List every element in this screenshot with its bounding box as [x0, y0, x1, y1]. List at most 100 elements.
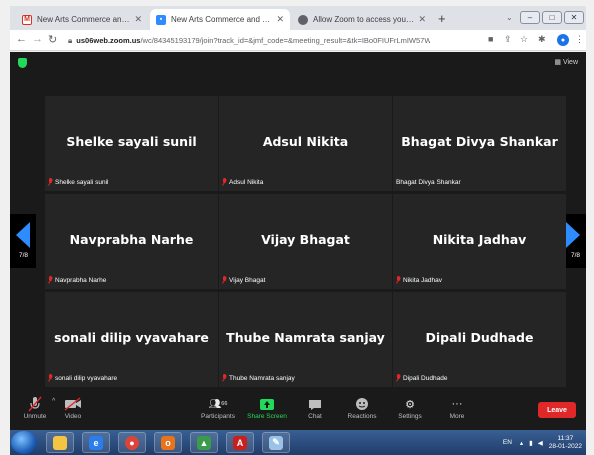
restore-icon[interactable]: □	[542, 11, 562, 24]
participant-name: Bhagat Divya Shankar	[401, 134, 558, 149]
start-button-icon[interactable]	[11, 431, 37, 454]
video-label: Video	[64, 413, 82, 420]
reload-icon[interactable]: ↻	[48, 33, 57, 46]
ie-app-button[interactable]: e	[82, 432, 110, 453]
camera-blocked-icon[interactable]: ■	[488, 34, 493, 44]
more-button[interactable]: ··· More	[432, 395, 482, 420]
office-app-button[interactable]: o	[154, 432, 182, 453]
browser-tab-3[interactable]: Allow Zoom to access your came ✕	[292, 9, 432, 30]
language-indicator[interactable]: EN	[503, 439, 512, 446]
address-bar[interactable]: 🔒︎ us06web.zoom.us /wc/84345193179/join?…	[68, 33, 430, 48]
browser-toolbar: ← → ↻ 🔒︎ us06web.zoom.us /wc/84345193179…	[10, 30, 586, 51]
participant-label: Navprabha Narhe	[48, 276, 106, 284]
participant-label-text: Shelke sayali sunil	[55, 178, 109, 186]
gear-icon: ⚙	[405, 398, 415, 411]
participant-label-text: Nikita Jadhav	[403, 276, 443, 284]
network-icon[interactable]: ▮	[529, 439, 533, 447]
tray-arrow-icon[interactable]: ▴	[520, 439, 523, 447]
share-screen-label: Share Screen	[247, 413, 287, 420]
minimize-icon[interactable]: –	[520, 11, 540, 24]
zoom-meeting: ▦ View 7/8 7/8 Shelke sayali sunil Shelk…	[10, 52, 586, 430]
mic-muted-icon	[48, 374, 53, 382]
close-tab-icon[interactable]: ✕	[418, 14, 426, 25]
bookmark-star-icon[interactable]: ☆	[520, 34, 528, 45]
tab-title: Allow Zoom to access your came	[313, 15, 415, 24]
new-tab-button[interactable]: +	[438, 11, 446, 26]
gmail-icon: M	[22, 14, 32, 25]
view-button[interactable]: ▦ View	[554, 58, 578, 66]
prev-page-button[interactable]	[10, 214, 36, 268]
close-tab-icon[interactable]: ✕	[134, 14, 142, 25]
more-label: More	[449, 413, 465, 420]
pdf-app-button[interactable]: A	[226, 432, 254, 453]
extensions-icon[interactable]: ✱	[538, 34, 546, 45]
mic-muted-icon	[222, 178, 227, 186]
video-tile[interactable]: Vijay Bhagat Vijay Bhagat	[219, 194, 392, 289]
view-label: View	[562, 59, 578, 66]
back-icon[interactable]: ←	[16, 33, 27, 45]
reactions-label: Reactions	[347, 413, 377, 420]
video-off-icon	[48, 395, 98, 413]
arrow-right-icon	[566, 222, 580, 248]
video-tile[interactable]: sonali dilip vyavahare sonali dilip vyav…	[45, 292, 218, 387]
chat-label: Chat	[308, 413, 322, 420]
url-path: /wc/84345193179/join?track_id=&jmf_code=…	[140, 36, 430, 45]
more-icon: ···	[451, 398, 463, 410]
paint-app-button[interactable]: ✎	[262, 432, 290, 453]
video-tile[interactable]: Shelke sayali sunil Shelke sayali sunil	[45, 96, 218, 191]
mic-muted-icon	[48, 178, 53, 186]
participants-label: Participants	[201, 413, 235, 420]
video-tile[interactable]: Nikita Jadhav Nikita Jadhav	[393, 194, 566, 289]
close-tab-icon[interactable]: ✕	[276, 14, 284, 25]
video-tile[interactable]: Adsul Nikita Adsul Nikita	[219, 96, 392, 191]
page-indicator-left: 7/8	[19, 252, 29, 259]
clock-date: 28-01-2022	[548, 442, 582, 450]
mic-muted-icon	[396, 276, 401, 284]
pdf-icon: A	[233, 435, 247, 450]
chrome-icon	[298, 14, 308, 25]
clock-time: 11:37	[557, 434, 574, 442]
chrome-icon: ●	[125, 435, 139, 450]
participant-label-text: Thube Namrata sanjay	[229, 374, 295, 382]
reactions-button[interactable]: Reactions	[337, 395, 387, 420]
share-icon[interactable]: ⇪	[504, 34, 512, 45]
video-tile[interactable]: Dipali Dudhade Dipali Dudhade	[393, 292, 566, 387]
image-app-button[interactable]: ▲	[190, 432, 218, 453]
volume-icon[interactable]: ◀	[538, 439, 543, 447]
participant-label: Adsul Nikita	[222, 178, 263, 186]
picture-icon: ▲	[197, 435, 211, 450]
browser-tab-1[interactable]: M New Arts Commerce and Scienc ✕	[16, 9, 148, 30]
participants-count: 66	[221, 401, 228, 407]
participant-name: Adsul Nikita	[262, 134, 349, 149]
participants-button[interactable]: 👥︎ 66 Participants	[193, 395, 243, 421]
security-shield-icon[interactable]	[18, 58, 27, 68]
menu-icon[interactable]: ⋮	[575, 34, 584, 45]
close-window-icon[interactable]: ✕	[564, 11, 584, 24]
video-button[interactable]: Video	[48, 395, 98, 420]
settings-button[interactable]: ⚙ Settings	[385, 395, 435, 421]
browser-tab-2[interactable]: ▪ New Arts Commerce and Scienc ✕	[150, 9, 290, 30]
participants-icon: 👥︎ 66	[208, 398, 228, 410]
folder-icon	[53, 435, 67, 450]
share-screen-button[interactable]: Share Screen	[242, 395, 292, 420]
video-tile[interactable]: Bhagat Divya Shankar Bhagat Divya Shanka…	[393, 96, 566, 191]
participant-label-text: Dipali Dudhade	[403, 374, 448, 382]
participant-label-text: Navprabha Narhe	[55, 276, 107, 284]
video-tile[interactable]: Navprabha Narhe Navprabha Narhe	[45, 194, 218, 289]
chat-button[interactable]: Chat	[290, 395, 340, 420]
video-tile[interactable]: Thube Namrata sanjay Thube Namrata sanja…	[219, 292, 392, 387]
participant-name: Navprabha Narhe	[69, 232, 194, 247]
leave-button[interactable]: Leave	[538, 402, 576, 418]
participant-name: Thube Namrata sanjay	[226, 330, 385, 345]
mic-muted-icon	[396, 374, 401, 382]
reactions-icon	[337, 395, 387, 413]
participant-label-text: Adsul Nikita	[229, 178, 264, 186]
arrow-left-icon	[16, 222, 30, 248]
forward-icon[interactable]: →	[32, 33, 43, 45]
profile-avatar[interactable]: ●	[557, 34, 569, 46]
chrome-app-button[interactable]: ●	[118, 432, 146, 453]
explorer-app-button[interactable]	[46, 432, 74, 453]
clock[interactable]: 11:37 28-01-2022	[549, 435, 582, 451]
screen: M New Arts Commerce and Scienc ✕ ▪ New A…	[0, 0, 594, 455]
tab-search-icon[interactable]: ⌄	[506, 13, 513, 22]
